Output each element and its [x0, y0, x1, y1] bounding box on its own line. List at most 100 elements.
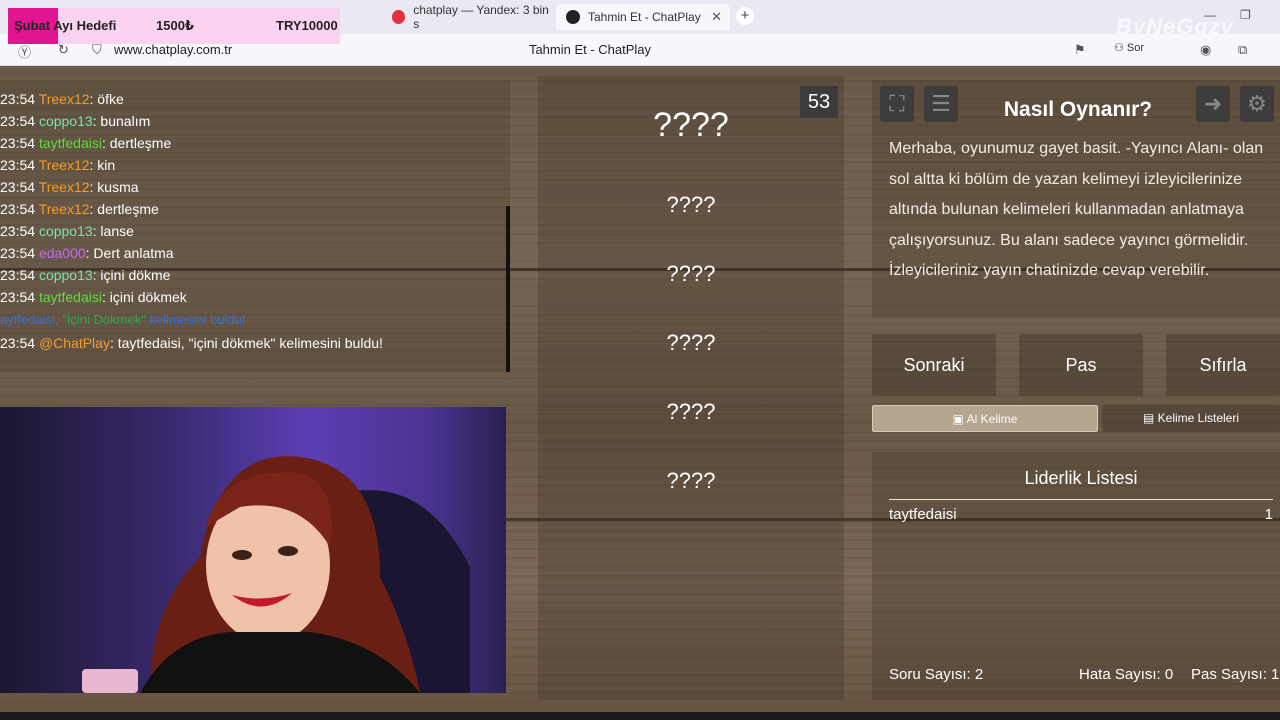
forbidden-word: ????	[666, 261, 716, 286]
chat-username[interactable]: Treex12	[39, 179, 90, 195]
tab-title: Tahmin Et - ChatPlay	[588, 10, 701, 24]
chat-time: 23:54	[0, 335, 36, 351]
page-title: Tahmin Et - ChatPlay	[528, 42, 652, 57]
system-text: kelimesini buldu!	[149, 312, 246, 327]
chat-message: 23:54 Treex12: öfke	[0, 91, 124, 107]
chat-text: : Dert anlatma	[85, 245, 174, 261]
chat-message: 23:54 coppo13: içini dökme	[0, 267, 170, 283]
chat-message: 23:54 Treex12: kin	[0, 157, 115, 173]
chat-message: 23:54 taytfedaisi: dertleşme	[0, 135, 171, 151]
chat-text: : dertleşme	[101, 135, 172, 151]
gear-icon: ⚙	[1247, 91, 1267, 116]
system-message: aytfedaisi, "İçini Dökmek" kelimesini bu…	[0, 312, 246, 327]
bookmark-icon[interactable]: ⚑	[1074, 42, 1086, 58]
question-count: Soru Sayısı: 2	[889, 666, 984, 683]
chat-time: 23:54	[0, 223, 36, 239]
bot-message: 23:54 @ChatPlay: taytfedaisi, "içini dök…	[0, 335, 383, 351]
chat-text: : öfke	[89, 91, 124, 107]
pass-button[interactable]: Pas	[1019, 334, 1143, 396]
player-score: 1	[1264, 506, 1273, 523]
browser-tab-yandex[interactable]: chatplay — Yandex: 3 bin s	[382, 3, 550, 31]
chat-time: 23:54	[0, 245, 36, 261]
ask-label: Sor	[1126, 42, 1145, 54]
leaderboard-title: Liderlik Listesi	[889, 468, 1273, 500]
chat-username[interactable]: coppo13	[39, 223, 93, 239]
chat-time: 23:54	[0, 289, 36, 305]
chat-time: 23:54	[0, 157, 36, 173]
how-to-play-text: Merhaba, oyunumuz gayet basit. -Yayıncı …	[889, 140, 1264, 279]
donation-goal: TRY10000	[276, 18, 338, 33]
restore-icon[interactable]: ❐	[1240, 8, 1251, 22]
bot-text: : taytfedaisi, "içini dökmek" kelimesini…	[109, 335, 383, 351]
get-word-label: Al Kelime	[966, 412, 1018, 426]
document-icon: ☰	[931, 91, 951, 116]
taskbar-strip	[0, 712, 1280, 720]
new-tab-button[interactable]: +	[736, 7, 754, 25]
list-icon: ▤	[1142, 411, 1155, 425]
chat-message: 23:54 taytfedaisi: içini dökmek	[0, 289, 187, 305]
next-button[interactable]: Sonraki	[872, 334, 996, 396]
ask-button[interactable]: ⚇ Sor	[1114, 41, 1144, 54]
close-tab-icon[interactable]: ✕	[711, 9, 722, 25]
chat-time: 23:54	[0, 91, 36, 107]
chat-username[interactable]: Treex12	[39, 201, 90, 217]
chat-time: 23:54	[0, 135, 36, 151]
chat-time: 23:54	[0, 113, 36, 129]
chat-text: : kin	[89, 157, 116, 173]
chat-scrollbar[interactable]	[506, 206, 510, 372]
fullscreen-icon: ⛶	[889, 91, 905, 116]
system-user: aytfedaisi,	[0, 312, 59, 327]
exit-button[interactable]: ➜	[1196, 86, 1230, 122]
media-icon[interactable]: ◉	[1200, 42, 1211, 58]
pass-count: Pas Sayısı: 1	[1191, 666, 1280, 683]
yandex-icon	[392, 10, 406, 24]
chat-message: 23:54 Treex12: kusma	[0, 179, 139, 195]
extensions-icon[interactable]: ⧉	[1238, 42, 1247, 58]
fullscreen-button[interactable]: ⛶	[880, 86, 914, 122]
word-lists-label: Kelime Listeleri	[1157, 411, 1240, 425]
chat-text: : bunalım	[92, 113, 151, 129]
chat-username[interactable]: taytfedaisi	[39, 135, 102, 151]
chat-text: : lanse	[92, 223, 134, 239]
get-word-button[interactable]: ▣ Al Kelime	[872, 405, 1098, 432]
settings-button[interactable]: ⚙	[1240, 86, 1274, 122]
error-count: Hata Sayısı: 0	[1079, 666, 1174, 683]
donation-amount: 1500₺	[156, 18, 194, 33]
streamer-webcam	[0, 407, 506, 693]
chat-message: 23:54 coppo13: lanse	[0, 223, 134, 239]
donation-goal-widget: Şubat Ayı Hedefi 1500₺ TRY10000	[8, 8, 340, 44]
reset-button[interactable]: Sıfırla	[1166, 334, 1280, 396]
chat-message: 23:54 eda000: Dert anlatma	[0, 245, 174, 261]
chat-time: 23:54	[0, 201, 36, 217]
chat-username[interactable]: coppo13	[39, 267, 93, 283]
word-icon: ▣	[952, 412, 964, 426]
chat-message: 23:54 coppo13: bunalım	[0, 113, 150, 129]
forbidden-word: ????	[666, 399, 716, 424]
chat-username[interactable]: eda000	[39, 245, 86, 261]
chat-username[interactable]: coppo13	[39, 113, 93, 129]
chat-text: : dertleşme	[89, 201, 159, 217]
rules-button[interactable]: ☰	[924, 86, 958, 122]
donation-label: Şubat Ayı Hedefi	[14, 18, 117, 33]
system-word: "İçini Dökmek"	[62, 312, 146, 327]
browser-tab-chatplay[interactable]: Tahmin Et - ChatPlay ✕	[556, 4, 730, 30]
leaderboard-row: taytfedaisi 1	[889, 506, 1273, 523]
tab-title: chatplay — Yandex: 3 bin s	[413, 3, 549, 31]
chat-text: : kusma	[89, 179, 139, 195]
chat-text: : içini dökmek	[101, 289, 187, 305]
player-name: taytfedaisi	[889, 506, 957, 523]
chat-time: 23:54	[0, 179, 36, 195]
chat-time: 23:54	[0, 267, 36, 283]
word-lists-button[interactable]: ▤ Kelime Listeleri	[1102, 405, 1280, 432]
main-word: ????	[653, 106, 729, 144]
bot-user: @ChatPlay	[38, 335, 110, 351]
chat-username[interactable]: Treex12	[39, 91, 90, 107]
forbidden-word: ????	[666, 468, 716, 493]
chat-username[interactable]: taytfedaisi	[39, 289, 102, 305]
chat-username[interactable]: Treex12	[39, 157, 90, 173]
chat-text: : içini dökme	[92, 267, 171, 283]
forbidden-word: ????	[666, 330, 716, 355]
minimize-icon[interactable]: —	[1204, 8, 1216, 22]
word-card-panel	[538, 76, 844, 700]
how-to-play-title: Nasıl Oynanır?	[1003, 98, 1153, 121]
